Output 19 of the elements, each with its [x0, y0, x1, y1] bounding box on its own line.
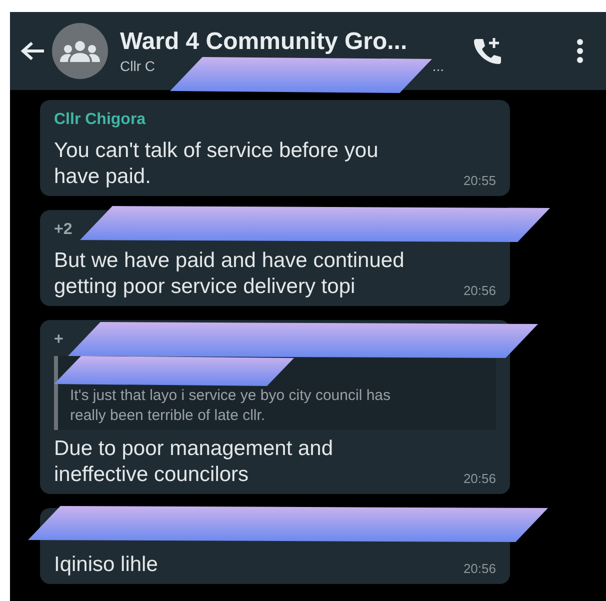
message-time: 20:56 [463, 282, 496, 300]
quoted-text: It's just that layo i service ye byo city council has really been terrible of late cllr. [70, 386, 392, 426]
chat-subtitle-end: ... [432, 57, 444, 75]
message-text: But we have paid and have continued getting poor service delivery topi [54, 248, 406, 300]
message-time: 20:56 [463, 470, 496, 488]
people-icon [60, 40, 100, 62]
back-arrow-icon[interactable] [20, 40, 46, 62]
message-text: Due to poor management and ineffective councilors [54, 436, 334, 488]
sender-name: + [54, 330, 64, 350]
chat-subtitle: Cllr C [120, 57, 155, 75]
message-text: Iqiniso lihle [54, 552, 159, 578]
message-time: 20:55 [463, 172, 496, 190]
more-options-icon[interactable] [576, 38, 584, 64]
chat-title: Ward 4 Community Gro... [120, 27, 408, 57]
sender-name: +2 [54, 220, 72, 240]
sender-name: Cllr Chigora [54, 110, 146, 130]
add-call-icon[interactable] [472, 36, 502, 66]
message-text: You can't talk of service before you have paid. [54, 138, 380, 190]
message-time: 20:56 [463, 560, 496, 578]
